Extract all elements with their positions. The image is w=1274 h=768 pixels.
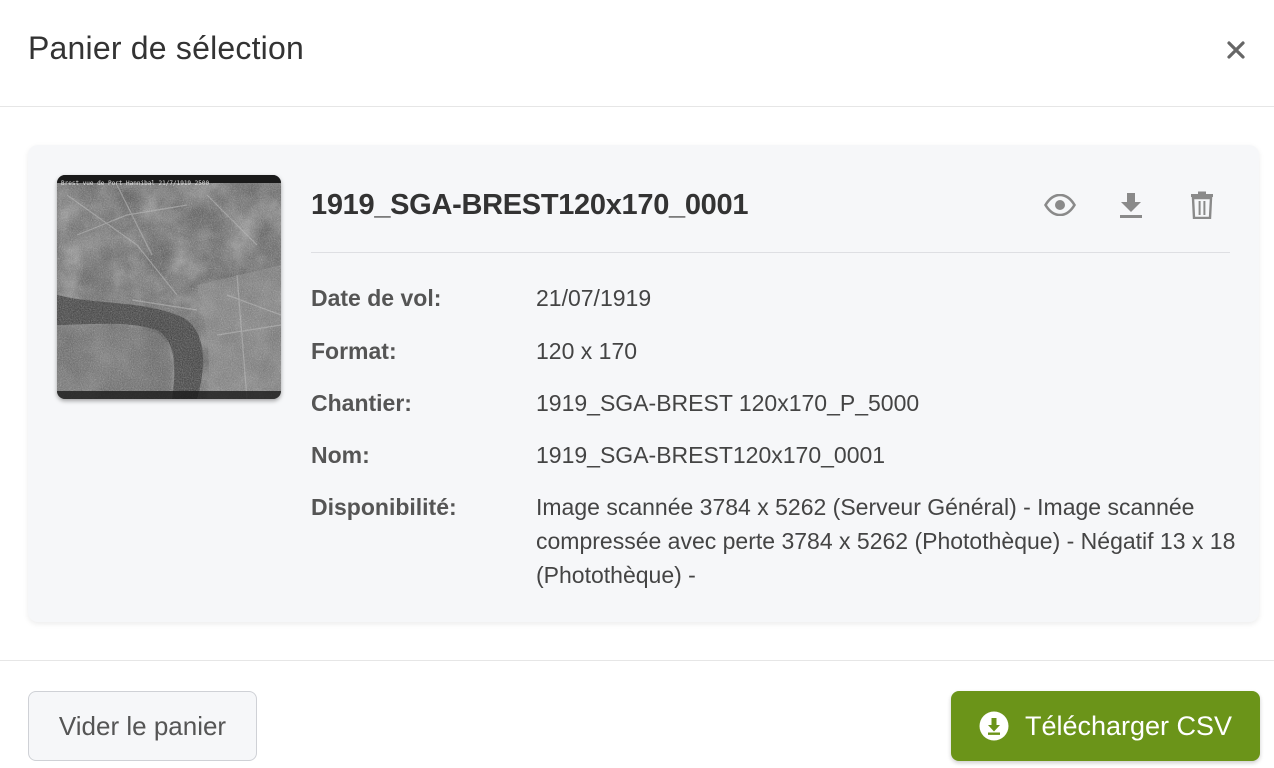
chantier-value: 1919_SGA-BREST 120x170_P_5000 xyxy=(536,390,920,416)
nom-label: Nom: xyxy=(311,442,370,468)
detail-row-disponibilite: Disponibilité: Image scannée 3784 x 5262… xyxy=(311,490,1241,592)
empty-basket-button[interactable]: Vider le panier xyxy=(28,691,257,761)
format-label: Format: xyxy=(311,338,397,364)
thumbnail-caption: Brest vue de Port Hannibal 21/7/1919 250… xyxy=(61,180,209,187)
download-button[interactable] xyxy=(1111,185,1151,225)
preview-button[interactable] xyxy=(1040,185,1080,225)
basket-item-card: Brest vue de Port Hannibal 21/7/1919 250… xyxy=(28,145,1259,622)
detail-row-date: Date de vol: 21/07/1919 xyxy=(311,281,1241,315)
item-details: Date de vol: 21/07/1919 Format: 120 x 17… xyxy=(311,281,1241,618)
trash-icon xyxy=(1191,191,1213,219)
modal-title: Panier de sélection xyxy=(28,30,304,66)
eye-icon xyxy=(1044,194,1076,216)
detail-row-nom: Nom: 1919_SGA-BREST120x170_0001 xyxy=(311,438,1241,472)
detail-row-chantier: Chantier: 1919_SGA-BREST 120x170_P_5000 xyxy=(311,386,1241,420)
item-actions xyxy=(1040,185,1222,225)
download-csv-label: Télécharger CSV xyxy=(1024,710,1233,741)
aerial-photo-thumbnail[interactable]: Brest vue de Port Hannibal 21/7/1919 250… xyxy=(57,175,281,399)
format-value: 120 x 170 xyxy=(536,338,638,364)
selection-basket-modal: Panier de sélection Brest vue de Port Ha… xyxy=(0,0,1274,768)
disponibilite-label: Disponibilité: xyxy=(311,494,457,520)
close-icon xyxy=(1227,41,1245,59)
modal-footer: Vider le panier Télécharger CSV xyxy=(0,660,1274,768)
date-value: 21/07/1919 xyxy=(536,285,652,311)
title-divider xyxy=(311,252,1230,253)
delete-button[interactable] xyxy=(1182,185,1222,225)
date-label: Date de vol: xyxy=(311,285,442,311)
close-button[interactable] xyxy=(1220,34,1252,66)
nom-value: 1919_SGA-BREST120x170_0001 xyxy=(536,442,886,468)
download-circle-icon xyxy=(979,711,1009,741)
download-csv-button[interactable]: Télécharger CSV xyxy=(951,691,1260,761)
item-title: 1919_SGA-BREST120x170_0001 xyxy=(311,189,749,221)
detail-row-format: Format: 120 x 170 xyxy=(311,334,1241,368)
chantier-label: Chantier: xyxy=(311,390,412,416)
aerial-photo-image: Brest vue de Port Hannibal 21/7/1919 250… xyxy=(57,175,281,399)
download-icon xyxy=(1120,193,1142,218)
disponibilite-value: Image scannée 3784 x 5262 (Serveur Génér… xyxy=(536,494,1236,588)
modal-header: Panier de sélection xyxy=(0,0,1274,107)
